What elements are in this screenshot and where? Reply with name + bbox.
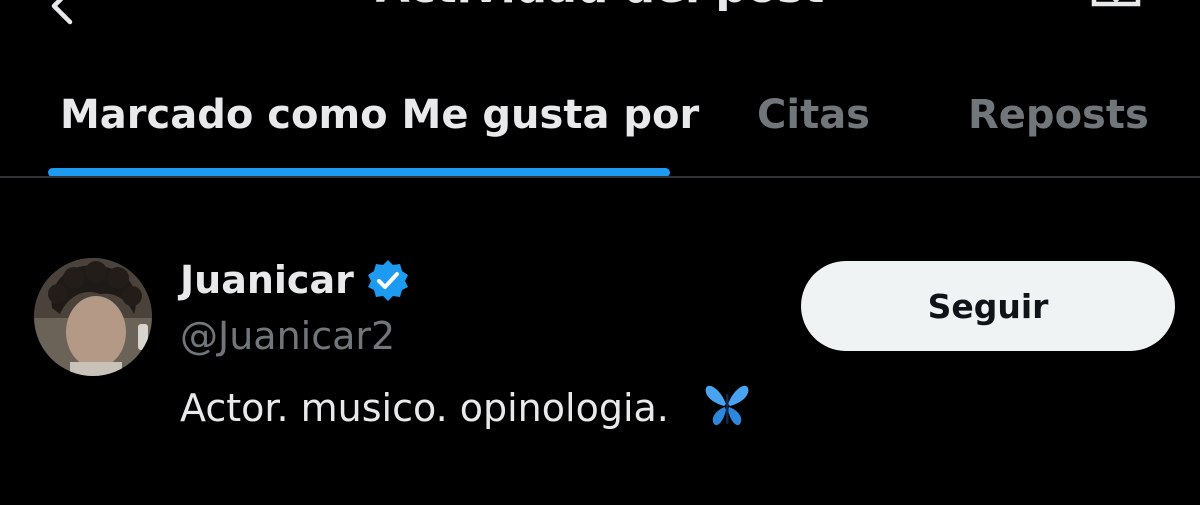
page-title: Actividad del post — [0, 0, 1200, 13]
header: Actividad del post — [0, 0, 1200, 40]
verified-badge-icon — [368, 260, 408, 301]
share-icon[interactable] — [1088, 0, 1144, 22]
user-handle[interactable]: @Juanicar2 — [180, 314, 395, 358]
follow-button[interactable]: Seguir — [801, 261, 1175, 351]
user-bio: Actor. musico. opinologia. — [180, 386, 669, 430]
tab-liked-by[interactable]: Marcado como Me gusta por — [60, 92, 699, 138]
user-name[interactable]: Juanicar — [180, 258, 354, 302]
tab-bar: Marcado como Me gusta por Citas Reposts — [0, 78, 1200, 178]
user-list-item[interactable]: Juanicar @Juanicar2 Actor. musico. opino… — [0, 178, 1200, 505]
avatar[interactable] — [34, 258, 152, 376]
tab-reposts[interactable]: Reposts — [968, 92, 1149, 138]
post-activity-screen: Actividad del post Marcado como Me gusta… — [0, 0, 1200, 505]
tab-quotes[interactable]: Citas — [757, 92, 870, 138]
butterfly-icon — [705, 385, 749, 426]
